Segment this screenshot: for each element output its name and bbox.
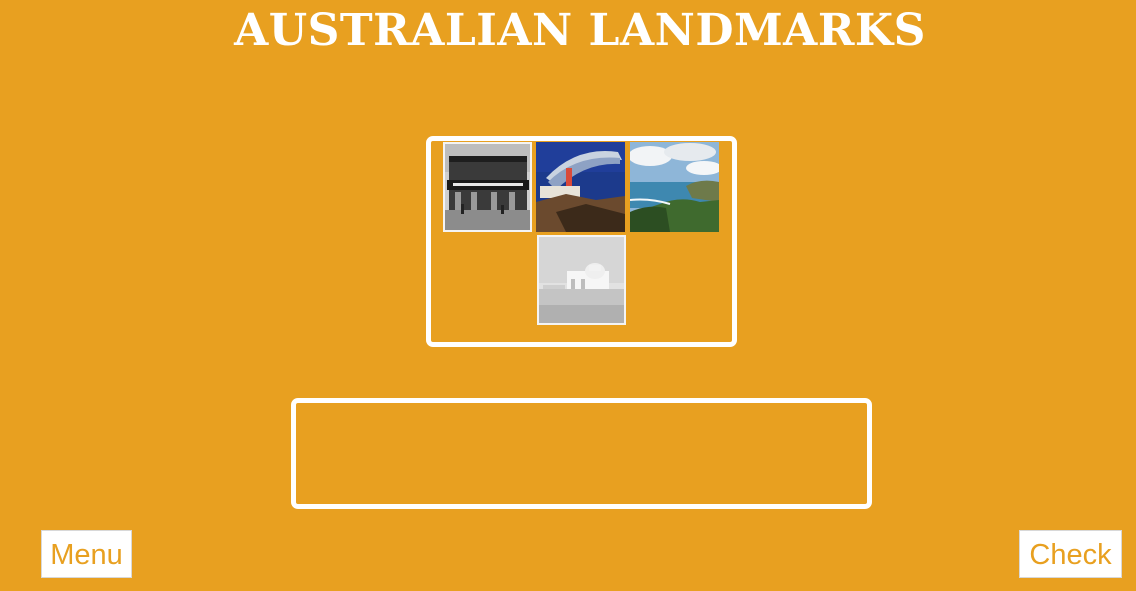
domed-building-photo-icon bbox=[537, 235, 626, 325]
image-tile-modern-building[interactable] bbox=[536, 142, 625, 232]
historic-pub-photo-icon bbox=[443, 142, 532, 232]
check-button[interactable]: Check bbox=[1019, 530, 1122, 578]
image-tile-domed-building[interactable] bbox=[537, 235, 626, 325]
coastline-photo-icon bbox=[630, 142, 719, 232]
answer-drop-box[interactable] bbox=[291, 398, 872, 509]
page-title: AUSTRALIAN LANDMARKS bbox=[234, 5, 926, 56]
modern-building-photo-icon bbox=[536, 142, 625, 232]
image-tile-historic-pub[interactable] bbox=[443, 142, 532, 232]
image-tile-coastline[interactable] bbox=[630, 142, 719, 232]
menu-button[interactable]: Menu bbox=[41, 530, 132, 578]
